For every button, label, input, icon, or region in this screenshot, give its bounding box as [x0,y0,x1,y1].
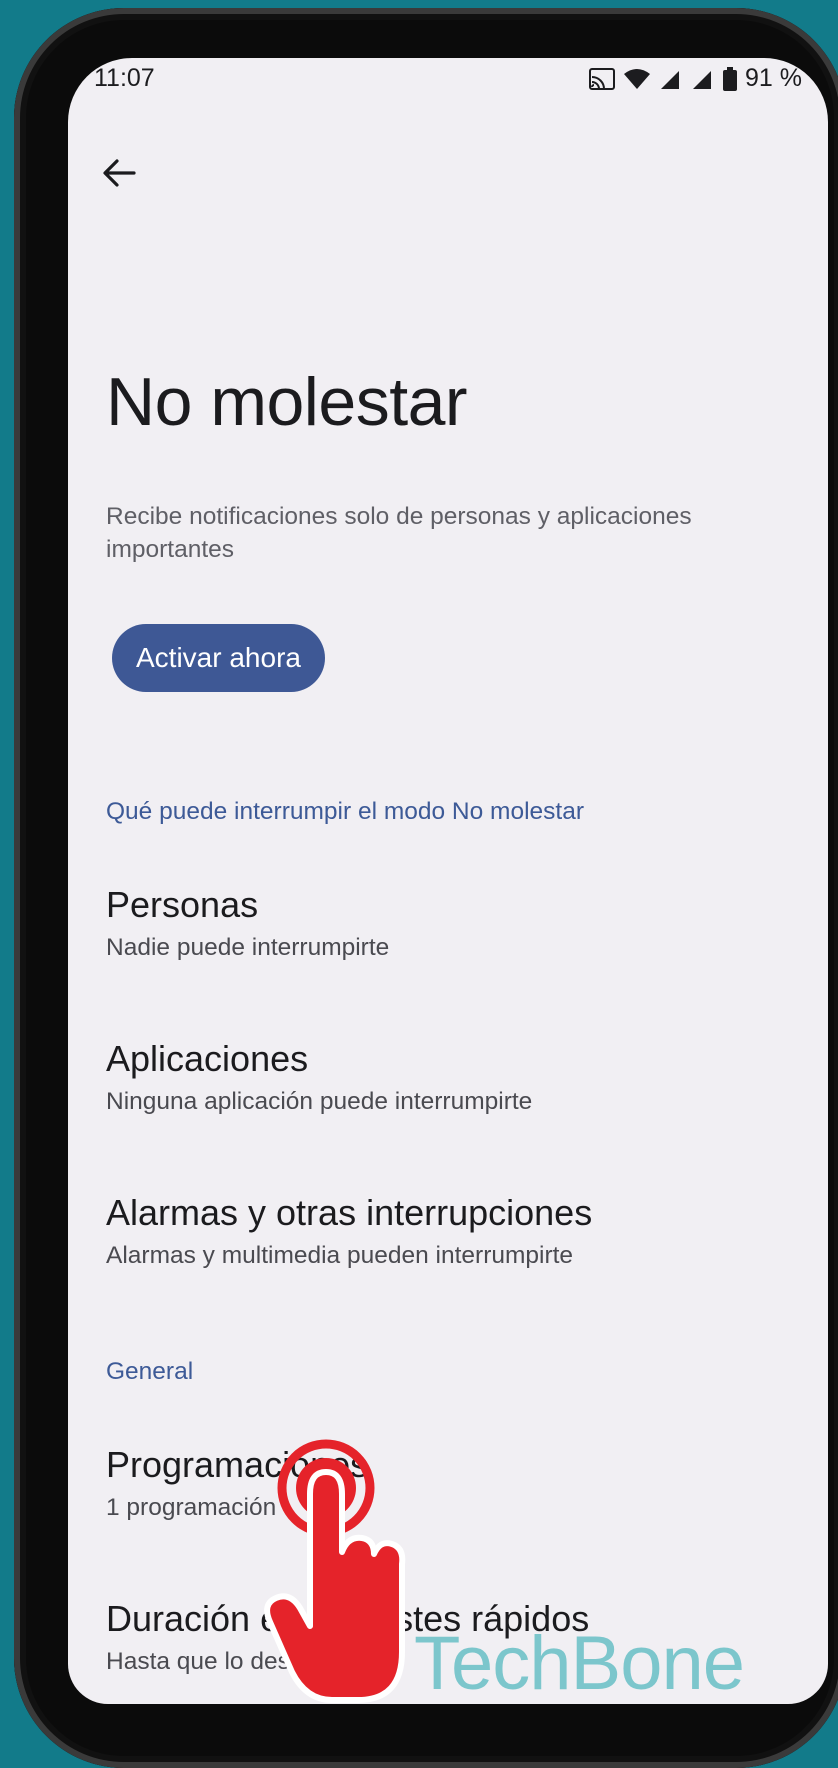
status-icons: 91 % [589,64,802,93]
item-title: Alarmas y otras interrupciones [106,1192,593,1233]
item-subtitle: 1 programación [106,1494,277,1521]
page-description: Recibe notificaciones solo de personas y… [106,503,692,563]
signal-roaming-icon [693,70,712,89]
list-item-apps[interactable]: Aplicaciones Ninguna aplicación puede in… [106,1038,786,1116]
watermark-logo: TechBone [414,1621,745,1706]
activate-now-button[interactable]: Activar ahora [112,624,325,692]
item-subtitle: Nadie puede interrumpirte [106,934,390,961]
item-title-start: Duración e [106,1598,281,1639]
item-title: Aplicaciones [106,1038,309,1079]
tap-hand-icon [264,1439,406,1703]
screen: 11:07 91 % No molestar Recibe notificaci… [68,58,828,1704]
list-item-schedules[interactable]: Programaciones 1 programación [106,1444,786,1522]
item-title: Programaciones [106,1444,369,1485]
battery-percent: 91 % [745,64,802,92]
wifi-icon [624,68,651,89]
item-subtitle: Ninguna aplicación puede interrumpirte [106,1088,533,1115]
list-item-alarms[interactable]: Alarmas y otras interrupciones Alarmas y… [106,1192,786,1270]
list-item-people[interactable]: Personas Nadie puede interrumpirte [106,884,786,962]
page-title: No molestar [106,364,468,440]
signal-icon [661,70,680,89]
battery-icon [723,66,738,91]
back-button[interactable] [94,148,144,198]
section-header-general: General [106,1358,194,1385]
phone-frame: 11:07 91 % No molestar Recibe notificaci… [14,8,838,1768]
item-title: Personas [106,884,259,925]
status-bar: 11:07 91 % [68,58,828,118]
cast-icon [589,67,616,90]
back-arrow-icon [103,159,136,187]
status-time: 11:07 [94,64,155,92]
item-subtitle: Alarmas y multimedia pueden interrumpirt… [106,1242,574,1269]
section-header-interrupt: Qué puede interrumpir el modo No molesta… [106,798,584,825]
